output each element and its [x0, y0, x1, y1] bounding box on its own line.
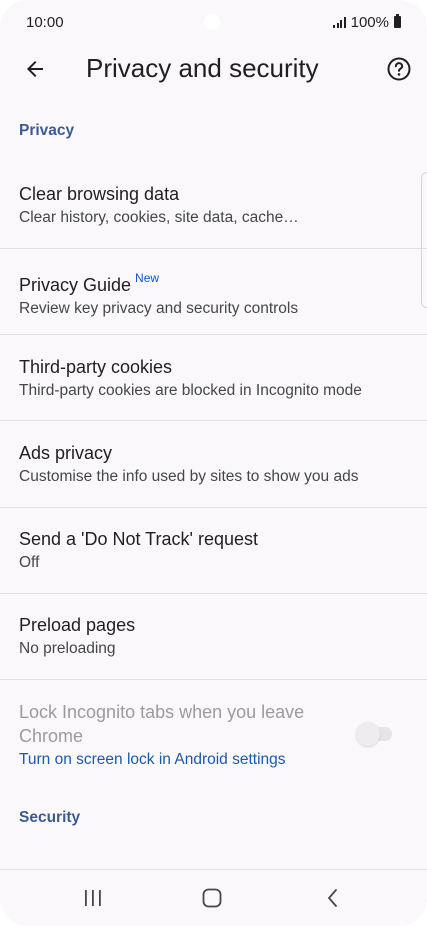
item-subtitle: Review key privacy and security controls — [19, 300, 299, 317]
signal-icon — [333, 16, 346, 28]
divider — [0, 248, 427, 249]
item-title: Preload pages — [19, 615, 136, 635]
status-indicators: 100% — [333, 14, 401, 31]
divider — [0, 507, 427, 508]
screen: 10:00 100% Privacy and security Privacy — [0, 0, 427, 926]
item-subtitle: No preloading — [19, 640, 116, 657]
back-nav-button[interactable] — [322, 886, 344, 910]
screen-lock-settings-link[interactable]: Turn on screen lock in Android settings — [19, 749, 427, 771]
privacy-guide-item[interactable]: Privacy Guide New Review key privacy and … — [0, 268, 427, 320]
item-title: Third-party cookies — [19, 357, 173, 377]
item-title: Privacy Guide New — [19, 268, 427, 297]
clear-browsing-data-item[interactable]: Clear browsing data Clear history, cooki… — [0, 182, 427, 229]
help-button[interactable] — [384, 54, 414, 84]
battery-icon — [394, 14, 401, 28]
item-subtitle: Customise the info used by sites to show… — [19, 468, 359, 485]
divider — [0, 593, 427, 594]
third-party-cookies-item[interactable]: Third-party cookies Third-party cookies … — [0, 355, 427, 402]
item-title: Clear browsing data — [19, 184, 180, 204]
item-title-text: Privacy Guide — [19, 275, 132, 295]
scrollbar[interactable] — [421, 172, 427, 308]
lock-incognito-toggle — [356, 722, 394, 746]
privacy-section-header: Privacy — [19, 122, 75, 139]
divider — [0, 420, 427, 421]
page-title: Privacy and security — [86, 53, 319, 83]
toggle-thumb — [356, 722, 380, 746]
divider — [0, 334, 427, 335]
lock-incognito-item: Lock Incognito tabs when you leave Chrom… — [0, 700, 427, 771]
preload-pages-item[interactable]: Preload pages No preloading — [0, 613, 427, 660]
divider — [0, 679, 427, 680]
security-section-header: Security — [19, 809, 81, 826]
back-button[interactable] — [18, 52, 52, 86]
arrow-left-icon — [27, 61, 43, 77]
do-not-track-item[interactable]: Send a 'Do Not Track' request Off — [0, 527, 427, 574]
app-bar: Privacy and security — [0, 44, 427, 94]
item-title: Ads privacy — [19, 443, 113, 463]
item-subtitle: Third-party cookies are blocked in Incog… — [19, 382, 362, 399]
home-button[interactable] — [201, 886, 223, 910]
chevron-left-icon — [328, 889, 337, 907]
system-nav-bar — [0, 869, 427, 926]
recents-button[interactable] — [82, 886, 104, 910]
new-badge: New — [135, 271, 160, 285]
camera-cutout — [204, 14, 220, 30]
item-subtitle: Off — [19, 554, 40, 571]
help-circle-icon — [387, 57, 411, 81]
item-subtitle: Clear history, cookies, site data, cache… — [19, 209, 299, 226]
home-icon — [202, 888, 222, 908]
battery-percent: 100% — [350, 13, 389, 31]
ads-privacy-item[interactable]: Ads privacy Customise the info used by s… — [0, 441, 427, 488]
item-title-line1: Lock Incognito tabs when you leave — [19, 702, 305, 722]
status-time: 10:00 — [26, 13, 64, 31]
item-title: Send a 'Do Not Track' request — [19, 529, 258, 549]
recents-icon — [85, 890, 101, 906]
